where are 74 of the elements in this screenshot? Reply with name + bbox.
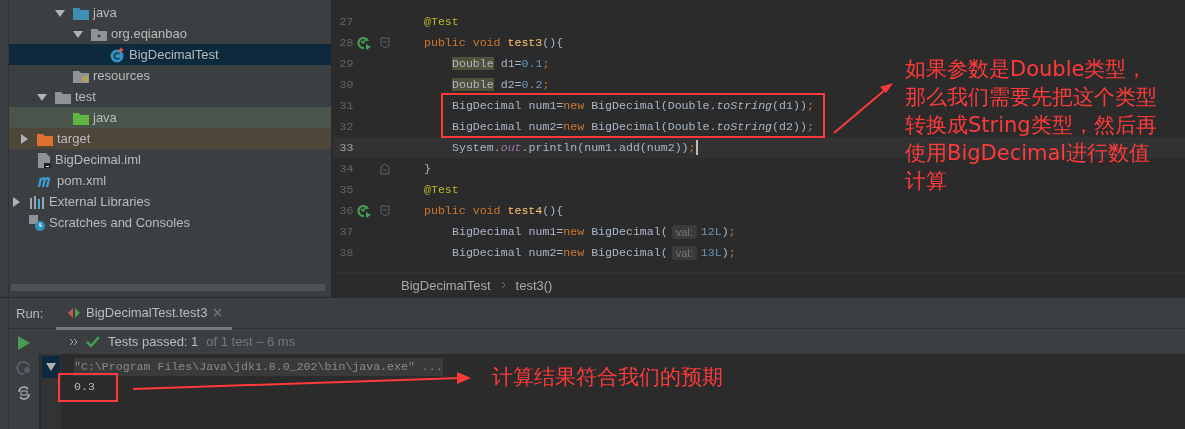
line-number: 38 xyxy=(338,246,354,259)
highlight-frame xyxy=(58,373,118,402)
line-number: 35 xyxy=(338,183,354,196)
line-number: 31 xyxy=(338,99,354,112)
line-number: 33 xyxy=(338,141,354,154)
callout-arrow xyxy=(833,83,893,134)
expanded-arrow-icon[interactable] xyxy=(73,28,83,39)
expanded-arrow-icon[interactable] xyxy=(37,91,47,102)
libraries-icon xyxy=(29,194,45,209)
code-line: BigDecimal num1=new BigDecimal(Double.toString(d1)); xyxy=(452,99,814,112)
tree-item[interactable]: Scratches and Consoles xyxy=(9,212,331,233)
chevron-icon xyxy=(500,281,506,289)
line-number: 34 xyxy=(338,162,354,175)
tree-item[interactable]: resources xyxy=(9,65,331,86)
test-detail: of 1 test – 6 ms xyxy=(206,334,296,349)
tree-item[interactable]: target xyxy=(9,128,331,149)
code-line: public void test4(){ xyxy=(424,204,564,217)
code-line: BigDecimal num2=new BigDecimal(Double.toString(d2)); xyxy=(452,120,814,133)
close-icon[interactable] xyxy=(213,308,223,317)
folder-icon xyxy=(37,131,53,146)
annotation-text: 使用BigDecimal进行数值 xyxy=(905,140,1152,167)
annotation-text: 计算结果符合我们的预期 xyxy=(492,364,723,391)
collapsed-arrow-icon[interactable] xyxy=(11,196,21,207)
annotation-text: 如果参数是Double类型， xyxy=(905,56,1149,83)
tree-item[interactable]: java xyxy=(9,2,331,23)
annotation-text: 那么我们需要先把这个类型 xyxy=(905,84,1157,111)
check-icon xyxy=(86,335,100,348)
line-number: 37 xyxy=(338,225,354,238)
file-icon xyxy=(37,151,51,168)
folder-icon xyxy=(55,89,71,104)
code-line: @Test xyxy=(424,15,459,28)
maven-icon xyxy=(37,174,53,187)
breadcrumb[interactable]: test3() xyxy=(515,277,553,293)
code-line: @Test xyxy=(424,183,459,196)
annotation-text: 转换成String类型，然后再 xyxy=(905,112,1157,139)
breadcrumb[interactable]: BigDecimalTest xyxy=(401,277,491,293)
test-icon xyxy=(68,306,80,319)
folder-icon xyxy=(73,68,89,83)
class-icon xyxy=(109,46,125,63)
tree-item[interactable]: BigDecimalTest xyxy=(9,44,331,65)
code-line: System.out.println(num1.add(num2)); xyxy=(452,140,698,155)
folder-icon xyxy=(73,110,89,125)
run-tab[interactable]: BigDecimalTest.test3 xyxy=(56,298,233,330)
expanded-arrow-icon[interactable] xyxy=(55,7,65,18)
run-test-icon[interactable] xyxy=(357,35,371,50)
chevrons-icon[interactable] xyxy=(69,337,78,346)
console-line: 0.3 xyxy=(74,379,95,395)
tree-item[interactable]: BigDecimal.iml xyxy=(9,149,331,170)
panel-title: Run: xyxy=(16,305,45,321)
package-icon xyxy=(91,26,107,41)
tree-item[interactable]: pom.xml xyxy=(9,170,331,191)
code-line: public void test3(){ xyxy=(424,36,564,49)
folder-icon xyxy=(73,5,89,20)
run-test-icon[interactable] xyxy=(357,203,371,218)
toggle-icon[interactable] xyxy=(16,385,32,401)
line-number: 36 xyxy=(338,204,354,217)
scratches-icon xyxy=(29,214,45,231)
tree-item[interactable]: org.eqianbao xyxy=(9,23,331,44)
tree-item[interactable]: test xyxy=(9,86,331,107)
line-number: 27 xyxy=(338,15,354,28)
code-line: BigDecimal num2=new BigDecimal( val: 13L); xyxy=(452,245,736,260)
line-number: 30 xyxy=(338,78,354,91)
collapse-icon[interactable] xyxy=(46,363,56,371)
annotation-text: 计算 xyxy=(905,168,948,195)
code-line: Double d2=0.2; xyxy=(452,78,550,91)
tree-item[interactable]: java xyxy=(9,107,331,128)
run-icon[interactable] xyxy=(17,335,31,351)
line-number: 32 xyxy=(338,120,354,133)
code-line: } xyxy=(424,162,431,175)
code-line: BigDecimal num1=new BigDecimal( val: 12L); xyxy=(452,224,736,239)
code-line: Double d1=0.1; xyxy=(452,57,550,70)
test-summary: Tests passed: 1 xyxy=(108,334,199,349)
collapsed-arrow-icon[interactable] xyxy=(19,133,29,144)
tree-item[interactable]: External Libraries xyxy=(9,191,331,212)
